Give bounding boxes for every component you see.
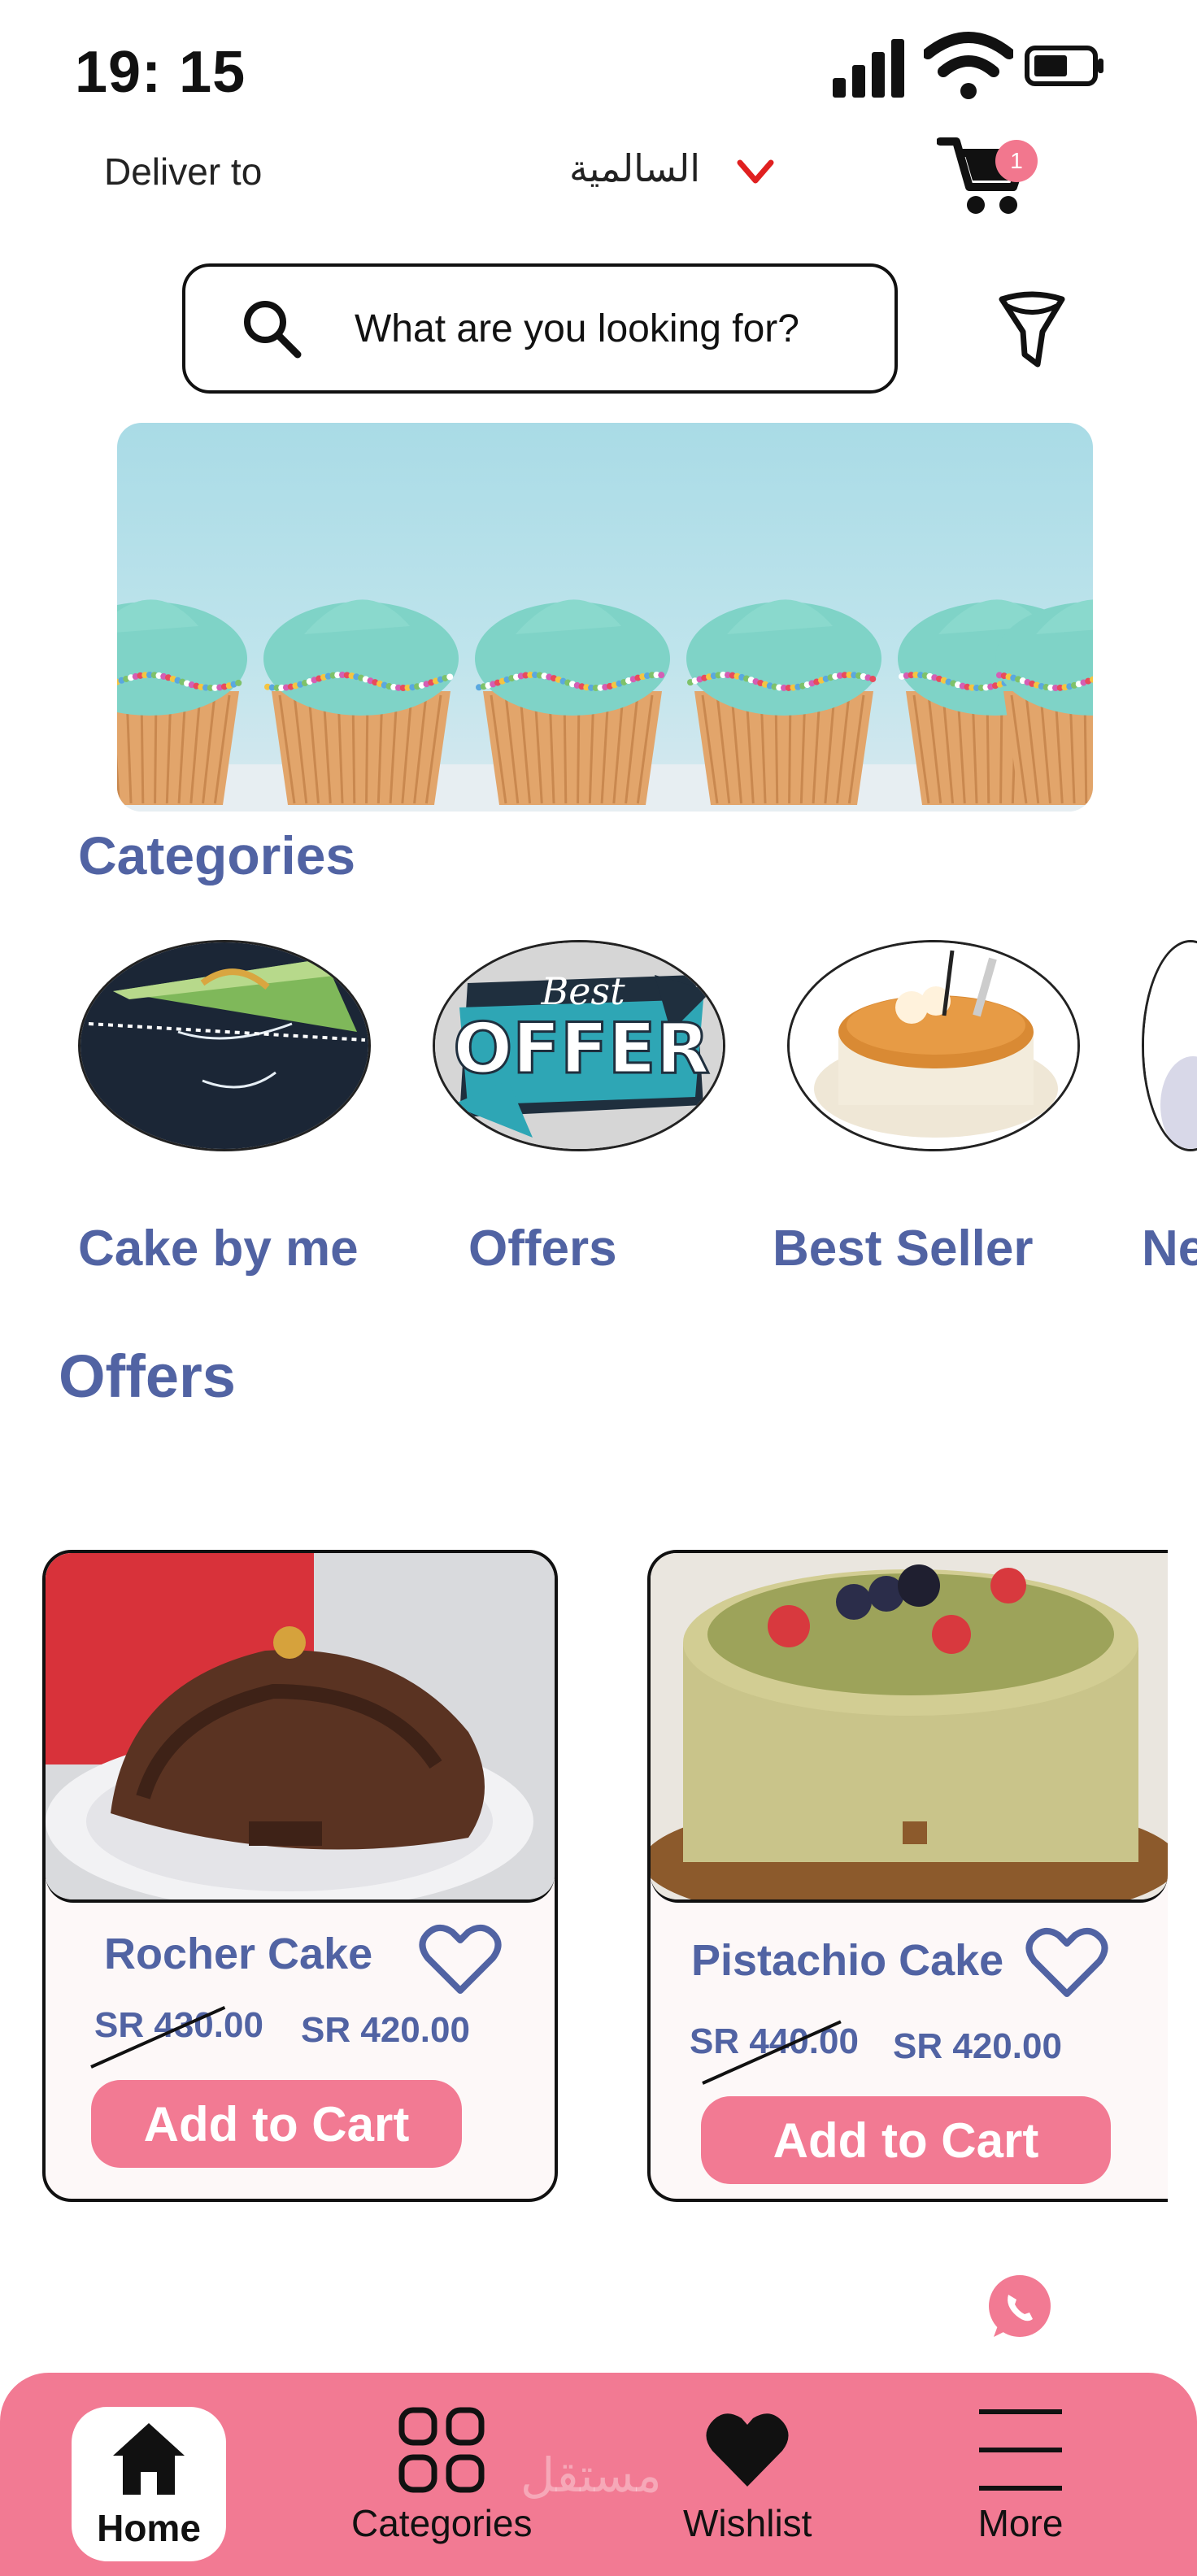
sale-price: SR 420.00: [893, 2026, 1062, 2066]
cupcakes-image: [117, 599, 1093, 812]
sale-price: SR 420.00: [301, 2010, 470, 2050]
nav-more[interactable]: More: [976, 2405, 1065, 2545]
search-icon: [244, 301, 302, 359]
promo-banner[interactable]: [117, 423, 1093, 812]
rocher-cake-image: [46, 1553, 555, 1903]
pistachio-cake-image: [651, 1553, 1168, 1903]
search-input[interactable]: [355, 306, 859, 351]
nav-more-label: More: [977, 2502, 1064, 2544]
menu-icon: [979, 2409, 1062, 2491]
nav-wishlist-label: Wishlist: [683, 2502, 812, 2544]
add-to-cart-button[interactable]: Add to Cart: [701, 2096, 1111, 2184]
deliver-to-label: Deliver to: [104, 150, 263, 193]
nav-categories-label: Categories: [351, 2502, 533, 2544]
filter-icon[interactable]: [995, 289, 1069, 371]
category-label-best-seller[interactable]: Best Seller: [773, 1220, 1034, 1277]
nav-home[interactable]: Home: [72, 2407, 226, 2561]
watermark-logo: مستقل: [520, 2448, 662, 2503]
heart-filled-icon: [706, 2413, 789, 2487]
product-name[interactable]: Pistachio Cake: [691, 1935, 1003, 1986]
offers-title: Offers: [59, 1342, 236, 1410]
category-best-seller-image[interactable]: [787, 940, 1080, 1151]
signal-icon: [833, 33, 914, 98]
chevron-down-icon[interactable]: [735, 156, 776, 189]
category-label-new[interactable]: Ne: [1142, 1220, 1197, 1277]
heart-icon[interactable]: [418, 1924, 503, 1997]
category-cake-by-me-image[interactable]: [78, 940, 371, 1151]
nav-categories[interactable]: Categories: [351, 2405, 532, 2545]
battery-icon: [1025, 46, 1103, 86]
category-offers-image[interactable]: Best OFFER: [433, 940, 725, 1151]
grid-icon: [398, 2407, 485, 2493]
add-to-cart-button[interactable]: Add to Cart: [91, 2080, 462, 2168]
heart-icon[interactable]: [1025, 1927, 1109, 2000]
search-bar[interactable]: [182, 263, 898, 394]
home-icon: [113, 2423, 185, 2495]
product-name[interactable]: Rocher Cake: [104, 1929, 372, 1979]
offer-badge-top-text: Best: [540, 969, 625, 1013]
status-time: 19: 15: [75, 40, 246, 105]
whatsapp-icon[interactable]: [986, 2274, 1054, 2342]
categories-title: Categories: [78, 825, 356, 886]
offer-card-rocher[interactable]: Rocher Cake SR 430.00 SR 420.00 Add to C…: [42, 1550, 558, 2202]
offer-badge-text: OFFER: [453, 1008, 710, 1090]
nav-home-label: Home: [97, 2507, 201, 2549]
category-label-offers[interactable]: Offers: [468, 1220, 617, 1277]
old-price: SR 440.00: [690, 2021, 859, 2061]
category-label-cake-by-me[interactable]: Cake by me: [78, 1220, 359, 1277]
wifi-icon: [924, 32, 1013, 99]
cart-count-badge: 1: [995, 140, 1038, 182]
delivery-location-select[interactable]: السالمية: [569, 146, 700, 190]
nav-wishlist[interactable]: Wishlist: [683, 2405, 812, 2545]
category-new-image[interactable]: [1142, 940, 1197, 1151]
offer-card-pistachio[interactable]: Pistachio Cake SR 440.00 SR 420.00 Add t…: [647, 1550, 1168, 2202]
